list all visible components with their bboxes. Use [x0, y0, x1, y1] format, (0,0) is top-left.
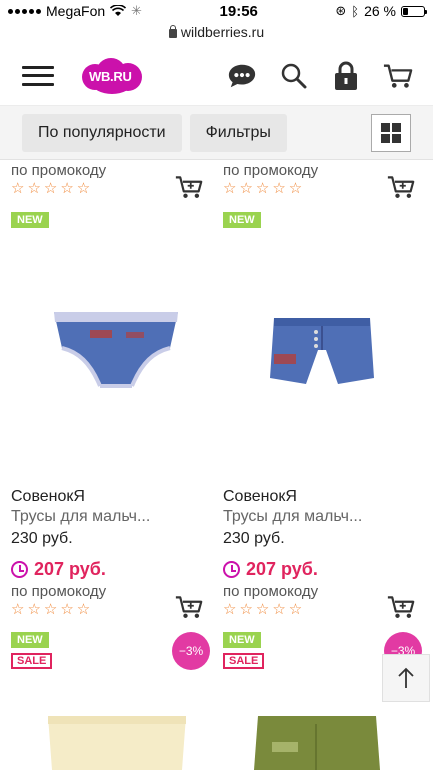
product-price: 207 руб. [246, 559, 318, 579]
lock-icon[interactable] [331, 61, 361, 91]
clock-icon [223, 560, 240, 578]
new-badge: NEW [223, 212, 261, 228]
signal-icon [8, 8, 41, 14]
wifi-icon [110, 5, 127, 16]
product-image[interactable] [268, 312, 376, 392]
loading-icon: ✳ [131, 3, 143, 18]
arrow-up-icon [398, 667, 414, 688]
add-to-cart-icon[interactable] [175, 594, 203, 620]
search-icon[interactable] [279, 61, 309, 91]
logo-text: WB.RU [89, 68, 132, 84]
add-to-cart-icon[interactable] [175, 174, 203, 200]
site-header: WB.RU [0, 46, 433, 106]
scroll-to-top-button[interactable] [382, 654, 430, 702]
sale-badge: SALE [223, 653, 265, 669]
product-image[interactable] [42, 710, 192, 770]
carrier-name: MegaFon [46, 3, 106, 19]
battery-percent: 26 % [364, 3, 396, 19]
new-badge: NEW [11, 212, 49, 228]
product-grid: по промокоду ☆☆☆☆☆ NEW по промокоду ☆☆☆☆… [0, 162, 433, 770]
product-brand: СовенокЯ [11, 488, 85, 505]
add-to-cart-icon[interactable] [387, 174, 415, 200]
chat-icon[interactable] [227, 61, 257, 91]
product-title[interactable]: Трусы для мальч... [11, 507, 211, 527]
new-badge: NEW [223, 632, 261, 648]
product-image[interactable] [50, 302, 182, 392]
sort-button[interactable]: По популярности [22, 113, 182, 152]
add-to-cart-icon[interactable] [387, 594, 415, 620]
product-image[interactable] [252, 712, 382, 770]
site-logo[interactable]: WB.RU [82, 57, 144, 94]
status-bar: MegaFon ✳ 19:56 ⊛ ᛒ 26 % [0, 0, 433, 22]
bluetooth-icon: ᛒ [351, 3, 360, 19]
url-bar[interactable]: wildberries.ru [0, 22, 433, 42]
clock-time: 19:56 [219, 2, 258, 20]
secure-lock-icon [168, 24, 177, 38]
sale-badge: SALE [11, 653, 53, 669]
url-text[interactable]: wildberries.ru [181, 24, 264, 40]
grid-view-toggle[interactable] [371, 113, 411, 152]
cart-icon[interactable] [383, 61, 413, 91]
filter-bar: По популярности Фильтры [0, 106, 433, 160]
product-brand: СовенокЯ [223, 488, 297, 505]
discount-badge: −3% [172, 632, 210, 670]
clock-icon [11, 560, 28, 578]
product-old-price: 230 руб. [223, 530, 285, 547]
menu-icon[interactable] [22, 65, 54, 86]
new-badge: NEW [11, 632, 49, 648]
orientation-lock-icon: ⊛ [335, 3, 347, 18]
product-old-price: 230 руб. [11, 530, 73, 547]
grid-icon [381, 122, 401, 143]
filters-button[interactable]: Фильтры [189, 113, 287, 152]
product-price: 207 руб. [34, 559, 106, 579]
product-title[interactable]: Трусы для мальч... [223, 507, 423, 527]
battery-icon [400, 5, 427, 17]
